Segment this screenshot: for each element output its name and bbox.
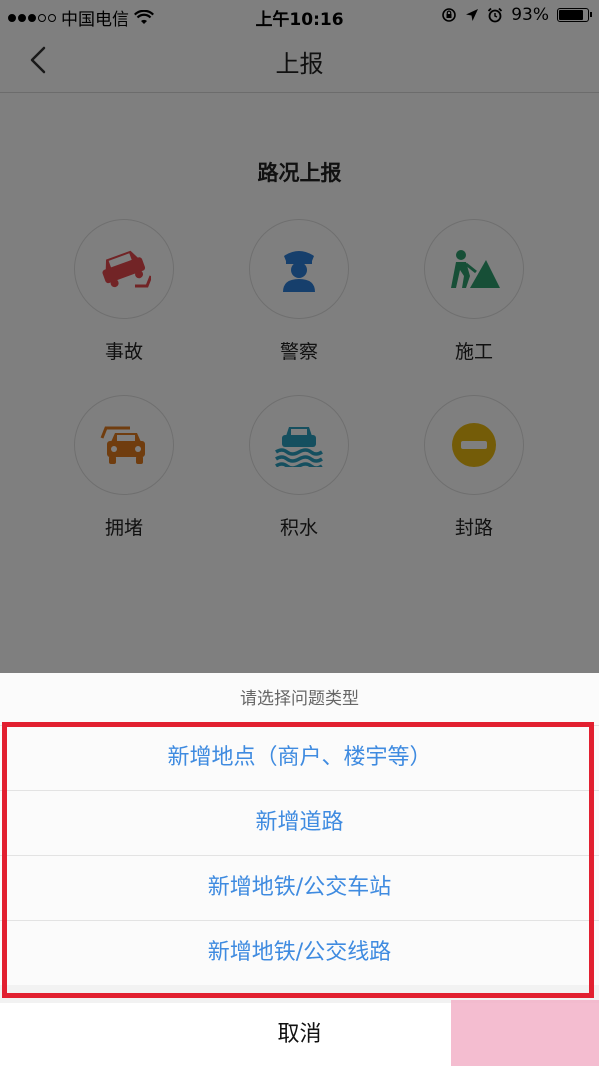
option-add-road[interactable]: 新增道路 (0, 790, 599, 855)
action-sheet-options: 新增地点（商户、楼宇等） 新增道路 新增地铁/公交车站 新增地铁/公交线路 (0, 725, 599, 985)
option-add-transit-line[interactable]: 新增地铁/公交线路 (0, 920, 599, 985)
option-add-transit-station[interactable]: 新增地铁/公交车站 (0, 855, 599, 920)
option-add-place[interactable]: 新增地点（商户、楼宇等） (0, 725, 599, 790)
action-sheet-title: 请选择问题类型 (0, 673, 599, 725)
watermark-block (451, 1000, 599, 1066)
